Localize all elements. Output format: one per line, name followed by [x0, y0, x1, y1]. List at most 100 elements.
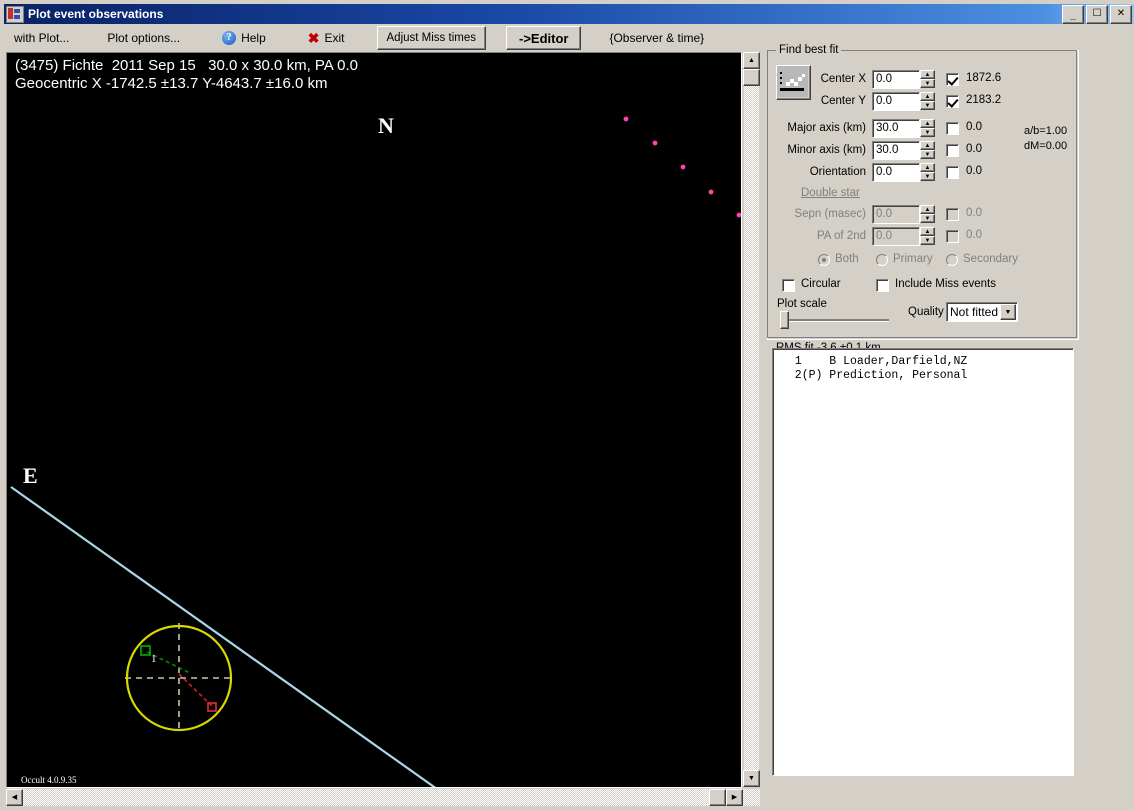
center-x-spinner[interactable]: ▲ ▼	[920, 70, 935, 89]
orientation-spinner[interactable]: ▲ ▼	[920, 163, 935, 182]
exit-icon: ✖	[307, 30, 320, 46]
center-x-checkbox[interactable]	[946, 73, 959, 86]
center-y-spinner[interactable]: ▲ ▼	[920, 92, 935, 111]
observer-time-label: {Observer & time}	[609, 31, 705, 45]
plot-horizontal-scrollbar[interactable]: ◀ ▶	[6, 789, 760, 806]
find-best-fit-title: Find best fit	[776, 44, 842, 56]
pa-of-2nd-spin-up: ▲	[920, 227, 935, 236]
shadow-track-line	[10, 486, 437, 787]
orientation-spin-up[interactable]: ▲	[920, 163, 935, 172]
plot-panel: (3475) Fichte 2011 Sep 15 30.0 x 30.0 km…	[6, 52, 760, 806]
help-icon: ?	[222, 31, 237, 45]
minor-axis-spinner[interactable]: ▲ ▼	[920, 141, 935, 160]
major-axis-spinner[interactable]: ▲ ▼	[920, 119, 935, 138]
window-title: Plot event observations	[28, 7, 164, 21]
plot-scale-thumb[interactable]	[780, 311, 789, 329]
orientation-input[interactable]: 0.0	[872, 163, 920, 182]
app-icon	[6, 5, 24, 23]
editor-button[interactable]: ->Editor	[505, 26, 582, 50]
radio-both-label: Both	[835, 253, 859, 265]
radio-primary-label: Primary	[893, 253, 933, 265]
scroll-right-button[interactable]: ▶	[726, 789, 743, 806]
minor-axis-checkbox[interactable]	[946, 144, 959, 157]
orientation-checkbox[interactable]	[946, 166, 959, 179]
east-label: E	[23, 463, 38, 488]
menu-with-plot-label: with Plot...	[14, 31, 70, 45]
pa-of-2nd-spinner: ▲ ▼	[920, 227, 935, 246]
center-y-label: Center Y	[820, 95, 866, 107]
double-star-link[interactable]: Double star	[801, 187, 860, 199]
major-axis-result: 0.0	[966, 121, 982, 133]
center-y-checkbox[interactable]	[946, 95, 959, 108]
center-x-label: Center X	[820, 73, 866, 85]
miss-chord	[178, 673, 214, 708]
circular-label[interactable]: Circular	[801, 278, 841, 290]
minor-axis-input[interactable]: 30.0	[872, 141, 920, 160]
menu-with-plot[interactable]: with Plot...	[4, 26, 79, 50]
menu-exit[interactable]: ✖ Exit	[298, 26, 355, 50]
radio-secondary-label: Secondary	[963, 253, 1018, 265]
menu-help-label: Help	[241, 31, 266, 45]
sepn-checkbox	[946, 208, 959, 221]
scroll-up-button[interactable]: ▲	[743, 52, 760, 69]
observations-list[interactable]: 1 B Loader,Darfield,NZ 2(P) Prediction, …	[772, 348, 1074, 776]
orientation-spin-down[interactable]: ▼	[920, 172, 935, 181]
axis-ratio-value: a/b=1.00	[1024, 125, 1068, 137]
center-x-result: 1872.6	[966, 72, 1002, 84]
pa-of-2nd-spin-down: ▼	[920, 236, 935, 245]
orientation-label: Orientation	[809, 166, 866, 178]
quality-select[interactable]: Not fitted ▼	[946, 302, 1018, 322]
center-y-input[interactable]: 0.0	[872, 92, 920, 111]
plot-title-line2: Geocentric X -1742.5 ±13.7 Y-4643.7 ±16.…	[15, 75, 328, 92]
major-axis-input[interactable]: 30.0	[872, 119, 920, 138]
include-miss-events-checkbox[interactable]	[876, 279, 889, 292]
radio-secondary	[946, 254, 958, 266]
maximize-button[interactable]: ☐	[1086, 5, 1108, 24]
adjust-miss-times-button[interactable]: Adjust Miss times	[376, 26, 486, 50]
plot-scale-label: Plot scale	[777, 298, 827, 310]
pa-of-2nd-checkbox	[946, 230, 959, 243]
minor-axis-spin-up[interactable]: ▲	[920, 141, 935, 150]
star-dots	[623, 116, 741, 218]
center-x-input[interactable]: 0.0	[872, 70, 920, 89]
center-x-spin-down[interactable]: ▼	[920, 79, 935, 88]
major-axis-spin-up[interactable]: ▲	[920, 119, 935, 128]
sepn-result: 0.0	[966, 207, 982, 219]
sepn-spin-up: ▲	[920, 205, 935, 214]
orientation-result: 0.0	[966, 165, 982, 177]
minimize-button[interactable]: _	[1062, 5, 1084, 24]
right-panel: Find best fit Center X 0.0 ▲ ▼ 1872.6 Ce…	[767, 44, 1132, 806]
close-button[interactable]: ✕	[1110, 5, 1132, 24]
major-axis-spin-down[interactable]: ▼	[920, 128, 935, 137]
fit-chart-icon[interactable]	[776, 65, 811, 100]
chevron-down-icon[interactable]: ▼	[1000, 304, 1016, 320]
menu-exit-label: Exit	[324, 31, 345, 45]
sepn-spinner: ▲ ▼	[920, 205, 935, 224]
toolbar: with Plot... Plot options... ? Help ✖ Ex…	[4, 25, 1134, 51]
magnitude-drop-value: dM=0.00	[1024, 140, 1068, 152]
observer-time-indicator[interactable]: {Observer & time}	[599, 26, 714, 50]
window-controls: _ ☐ ✕	[1062, 5, 1132, 24]
pa-of-2nd-result: 0.0	[966, 229, 982, 241]
horizontal-scroll-thumb[interactable]	[709, 789, 726, 806]
plot-scale-track[interactable]	[782, 319, 889, 322]
major-axis-checkbox[interactable]	[946, 122, 959, 135]
center-y-spin-up[interactable]: ▲	[920, 92, 935, 101]
scroll-left-button[interactable]: ◀	[6, 789, 23, 806]
minor-axis-spin-down[interactable]: ▼	[920, 150, 935, 159]
include-miss-events-label[interactable]: Include Miss events	[895, 278, 996, 290]
plot-vertical-scrollbar[interactable]: ▲ ▼	[743, 52, 760, 788]
menu-plot-options[interactable]: Plot options...	[97, 26, 190, 50]
center-x-spin-up[interactable]: ▲	[920, 70, 935, 79]
plot-canvas[interactable]: (3475) Fichte 2011 Sep 15 30.0 x 30.0 km…	[6, 52, 742, 788]
quality-value: Not fitted	[950, 305, 999, 319]
scroll-down-button[interactable]: ▼	[743, 770, 760, 787]
center-y-spin-down[interactable]: ▼	[920, 101, 935, 110]
menu-help[interactable]: ? Help	[212, 26, 276, 50]
circular-checkbox[interactable]	[782, 279, 795, 292]
title-bar: Plot event observations _ ☐ ✕	[4, 4, 1134, 24]
editor-label: ->Editor	[518, 30, 569, 46]
vertical-scroll-thumb[interactable]	[743, 69, 760, 86]
north-label: N	[378, 113, 394, 138]
radio-primary	[876, 254, 888, 266]
